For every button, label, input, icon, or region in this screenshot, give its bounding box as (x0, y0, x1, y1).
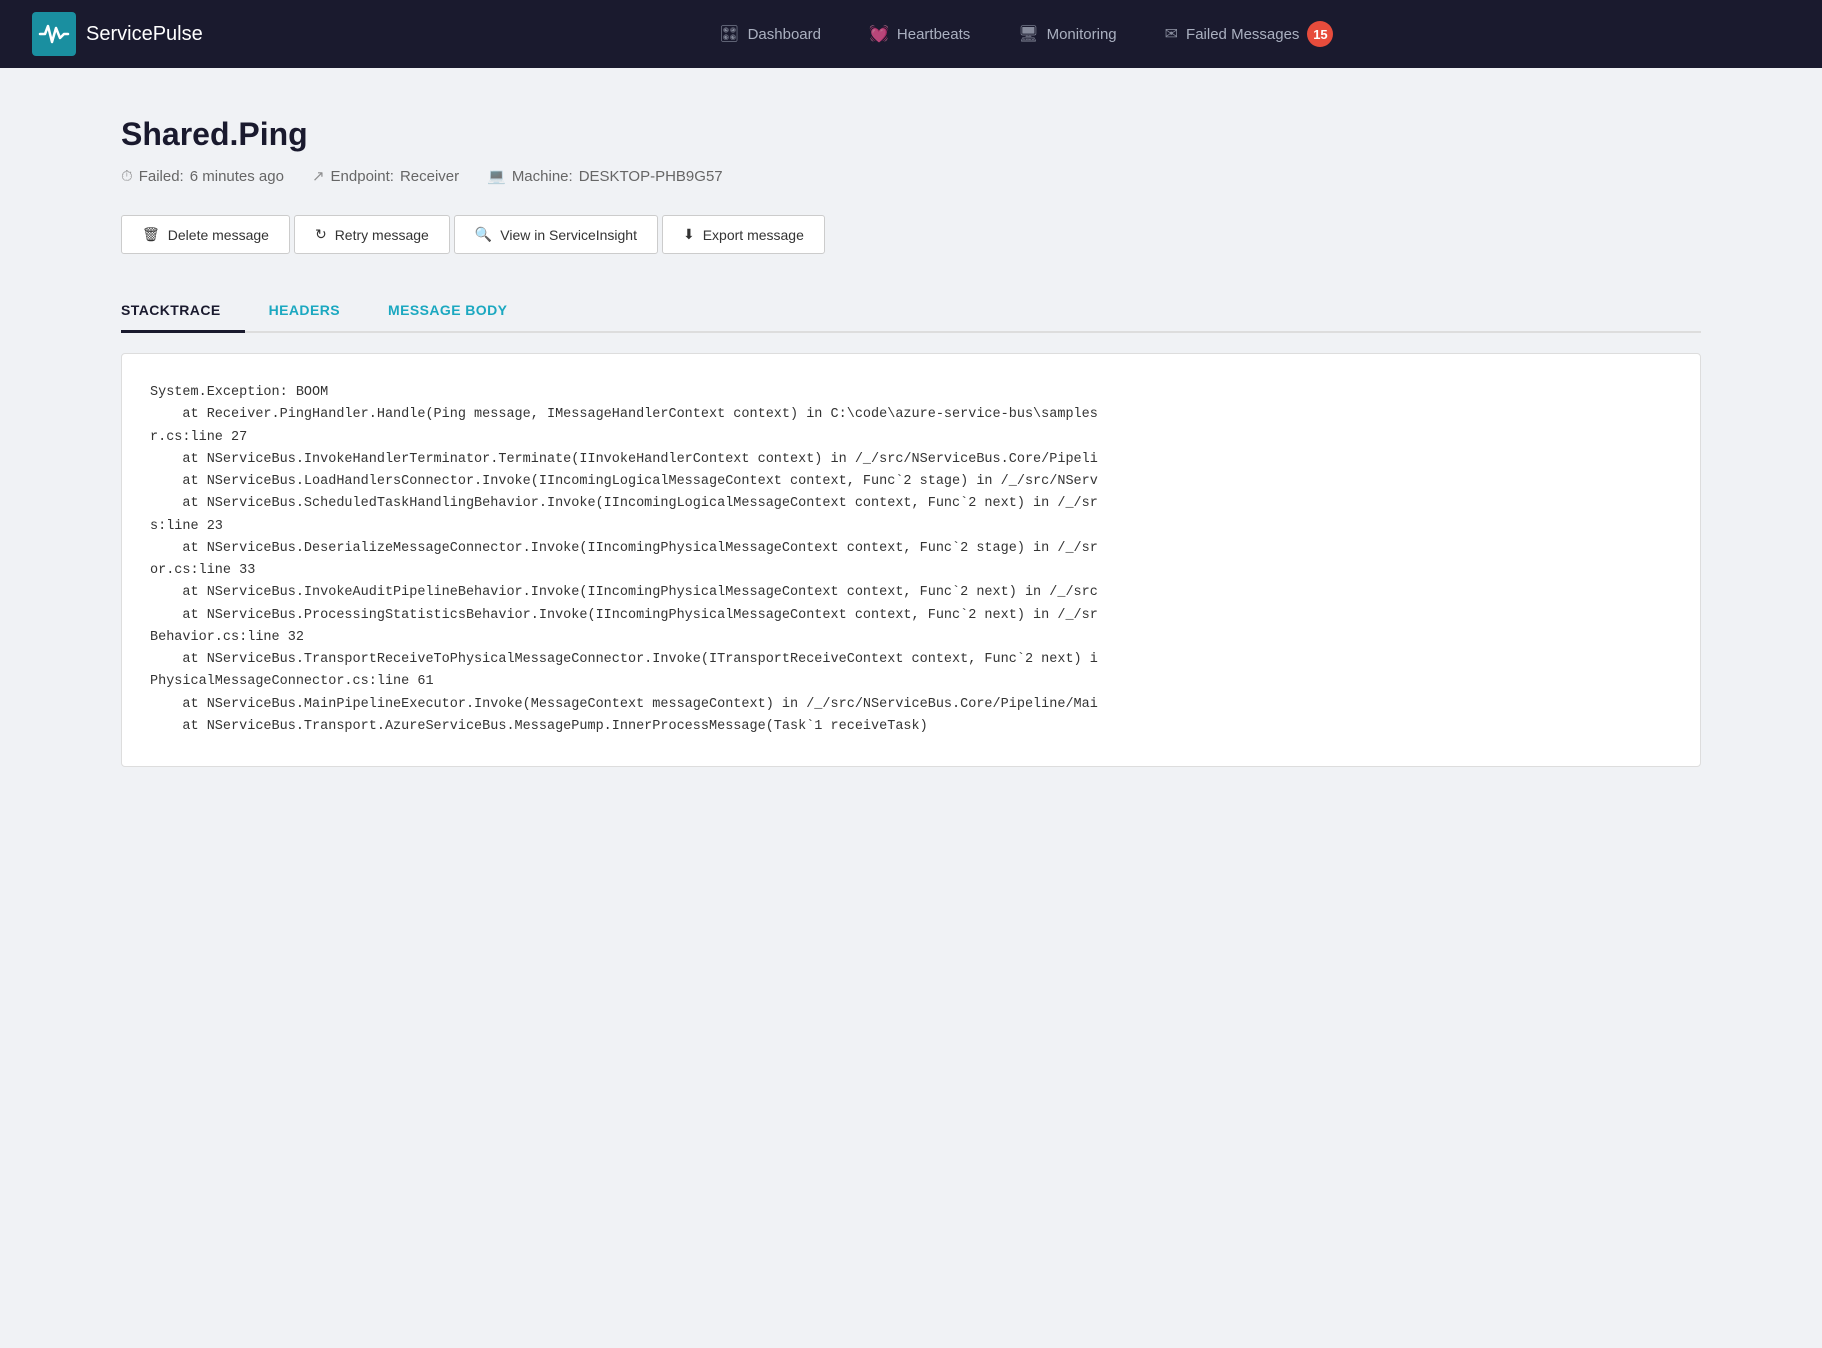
failed-time-item: ⏱ Failed: 6 minutes ago (121, 168, 284, 185)
dashboard-icon: 🎛 (719, 24, 739, 44)
machine-item: 💻 Machine: DESKTOP-PHB9G57 (487, 167, 723, 185)
machine-icon: 💻 (487, 167, 506, 185)
heartbeats-icon: 💓 (869, 24, 889, 44)
tab-headers-label: HEADERS (269, 302, 340, 318)
stacktrace-container: System.Exception: BOOM at Receiver.PingH… (121, 353, 1701, 767)
machine-label: Machine: (512, 168, 573, 185)
monitoring-icon: 🖥 (1018, 24, 1038, 44)
delete-icon: 🗑 (142, 226, 160, 243)
nav-heartbeats-label: Heartbeats (897, 26, 970, 43)
nav-failed-messages-label: Failed Messages (1186, 26, 1299, 43)
nav-dashboard-label: Dashboard (748, 26, 821, 43)
stacktrace-content: System.Exception: BOOM at Receiver.PingH… (150, 382, 1672, 738)
nav-failed-messages[interactable]: ✉ Failed Messages 15 (1145, 13, 1354, 55)
nav-heartbeats[interactable]: 💓 Heartbeats (849, 16, 990, 52)
delete-message-label: Delete message (168, 227, 269, 243)
brand[interactable]: ServicePulse (32, 12, 203, 56)
machine-value: DESKTOP-PHB9G57 (579, 168, 723, 185)
export-icon: ⬇ (683, 226, 695, 243)
view-icon: 🔍 (475, 226, 492, 243)
retry-message-label: Retry message (335, 227, 429, 243)
main-content: Shared.Ping ⏱ Failed: 6 minutes ago ↗ En… (61, 68, 1761, 807)
tab-messagebody[interactable]: MESSAGE BODY (388, 290, 531, 333)
view-serviceinsight-label: View in ServiceInsight (500, 227, 637, 243)
endpoint-item: ↗ Endpoint: Receiver (312, 167, 459, 185)
retry-message-button[interactable]: ↻ Retry message (294, 215, 450, 254)
meta-bar: ⏱ Failed: 6 minutes ago ↗ Endpoint: Rece… (121, 167, 1701, 185)
clock-icon: ⏱ (121, 168, 133, 185)
page-title: Shared.Ping (121, 116, 1701, 153)
endpoint-value: Receiver (400, 168, 459, 185)
logo-icon (32, 12, 76, 56)
retry-icon: ↻ (315, 226, 327, 243)
tab-stacktrace[interactable]: STACKTRACE (121, 290, 245, 333)
export-message-label: Export message (703, 227, 804, 243)
failed-time: 6 minutes ago (190, 168, 284, 185)
delete-message-button[interactable]: 🗑 Delete message (121, 215, 290, 254)
navbar: ServicePulse 🎛 Dashboard 💓 Heartbeats 🖥 … (0, 0, 1822, 68)
brand-name: ServicePulse (86, 23, 203, 46)
nav-monitoring[interactable]: 🖥 Monitoring (998, 16, 1136, 52)
action-bar: 🗑 Delete message ↻ Retry message 🔍 View … (121, 215, 1701, 254)
failed-messages-icon: ✉ (1165, 24, 1178, 44)
nav-monitoring-label: Monitoring (1047, 26, 1117, 43)
failed-label: Failed: (139, 168, 184, 185)
tabs: STACKTRACE HEADERS MESSAGE BODY (121, 290, 1701, 333)
nav-dashboard[interactable]: 🎛 Dashboard (699, 16, 841, 52)
view-serviceinsight-button[interactable]: 🔍 View in ServiceInsight (454, 215, 658, 254)
failed-messages-badge: 15 (1307, 21, 1333, 47)
export-message-button[interactable]: ⬇ Export message (662, 215, 825, 254)
endpoint-icon: ↗ (312, 167, 325, 185)
tab-stacktrace-label: STACKTRACE (121, 302, 221, 318)
nav-items: 🎛 Dashboard 💓 Heartbeats 🖥 Monitoring ✉ … (263, 13, 1790, 55)
tab-headers[interactable]: HEADERS (269, 290, 364, 333)
tab-messagebody-label: MESSAGE BODY (388, 302, 507, 318)
endpoint-label: Endpoint: (331, 168, 394, 185)
